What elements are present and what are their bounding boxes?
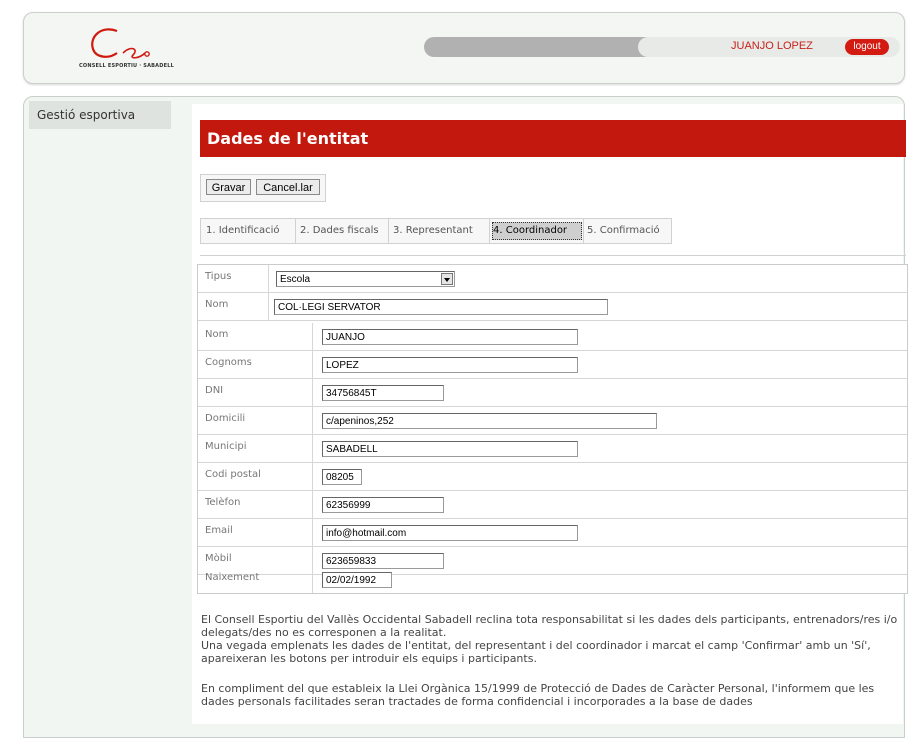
tipus-select[interactable]: Escola [276,271,455,287]
dni-field[interactable]: 34756845T [322,385,444,401]
form-row-email: Email info@hotmail.com [198,519,907,547]
field-label: Nom [205,299,229,310]
telefon-field[interactable]: 62356999 [322,497,444,513]
tab-identificacio[interactable]: 1. Identificació [206,223,280,239]
domicili-field[interactable]: c/apeninos,252 [322,413,657,429]
form-row-codi-postal: Codi postal 08205 [198,463,907,491]
top-progress-bar [424,37,674,57]
cognoms-field[interactable]: LOPEZ [322,357,578,373]
field-label: Nom [205,329,229,340]
divider [200,255,906,256]
field-label: Naixement [205,572,260,583]
disclaimer-text: El Consell Esportiu del Vallès Occidenta… [201,613,898,639]
field-label: Tipus [205,271,232,282]
codi-postal-field[interactable]: 08205 [322,469,362,485]
naixement-field[interactable]: 02/02/1992 [322,572,392,588]
tab-confirmacio[interactable]: 5. Confirmació [587,223,660,239]
logout-button[interactable]: logout [845,39,889,55]
tipus-select-value: Escola [280,274,311,285]
logo-mark-icon [91,28,150,59]
consell-logo[interactable]: CONSELL ESPORTIU · SABADELL [79,23,199,75]
form-row-cognoms: Cognoms LOPEZ [198,351,907,379]
nom-field[interactable]: JUANJO [322,329,578,345]
field-label: DNI [205,385,224,396]
privacy-text: En compliment del que estableix la Llei … [201,682,875,708]
logo-text: CONSELL ESPORTIU · SABADELL [79,63,174,69]
field-label: Email [205,525,233,536]
page-title: Dades de l'entitat [207,129,369,148]
cell-divider [312,323,313,350]
toolbar: Gravar Cancel.lar [200,174,326,202]
field-label: Municipi [205,441,247,452]
tab-divider [489,219,490,243]
email-field[interactable]: info@hotmail.com [322,525,578,541]
form-row-entity-name: Nom COL·LEGI SERVATOR [198,293,907,321]
cell-divider [312,463,313,490]
field-label: Codi postal [205,469,261,480]
entity-name-field[interactable]: COL·LEGI SERVATOR [274,299,608,315]
tab-coordinador[interactable]: 4. Coordinador [492,222,582,240]
tab-divider [295,219,296,243]
save-button[interactable]: Gravar [206,179,251,195]
title-bar: Dades de l'entitat [200,120,906,157]
form-row-naixement: Naixement 02/02/1992 [198,566,907,593]
form-row-nom: Nom JUANJO [198,323,907,351]
field-label: Domicili [205,413,246,424]
tab-divider [583,219,584,243]
cell-divider [312,566,313,593]
form-row-municipi: Municipi SABADELL [198,435,907,463]
cell-divider [312,351,313,378]
cancel-button[interactable]: Cancel.lar [256,179,320,195]
cell-divider [312,491,313,518]
cell-divider [312,407,313,434]
sidebar: Gestió esportiva [29,101,171,129]
tab-bar: 1. Identificació 2. Dades fiscals 3. Rep… [200,218,672,244]
field-label: Mòbil [205,553,232,564]
cell-divider [312,379,313,406]
form-row-dni: DNI 34756845T [198,379,907,407]
user-name: JUANJO LOPEZ [731,40,813,52]
coordinator-form: Tipus Escola Nom COL·LEGI SERVATOR Nom J… [197,264,908,594]
cell-divider [268,293,269,320]
chevron-down-icon[interactable] [441,273,453,285]
municipi-field[interactable]: SABADELL [322,441,578,457]
form-row-domicili: Domicili c/apeninos,252 [198,407,907,435]
form-row-telefon: Telèfon 62356999 [198,491,907,519]
field-label: Telèfon [205,497,241,508]
sidebar-item-gestio-esportiva[interactable]: Gestió esportiva [37,108,135,122]
tab-dades-fiscals[interactable]: 2. Dades fiscals [300,223,379,239]
tab-representant[interactable]: 3. Representant [393,223,473,239]
instructions-text: Una vegada emplenats les dades de l'enti… [201,639,871,665]
cell-divider [312,435,313,462]
tab-divider [388,219,389,243]
field-label: Cognoms [205,357,252,368]
cell-divider [312,519,313,546]
cell-divider [268,265,269,292]
form-row-tipus: Tipus Escola [198,265,907,293]
app-header: CONSELL ESPORTIU · SABADELL JUANJO LOPEZ… [23,12,905,84]
